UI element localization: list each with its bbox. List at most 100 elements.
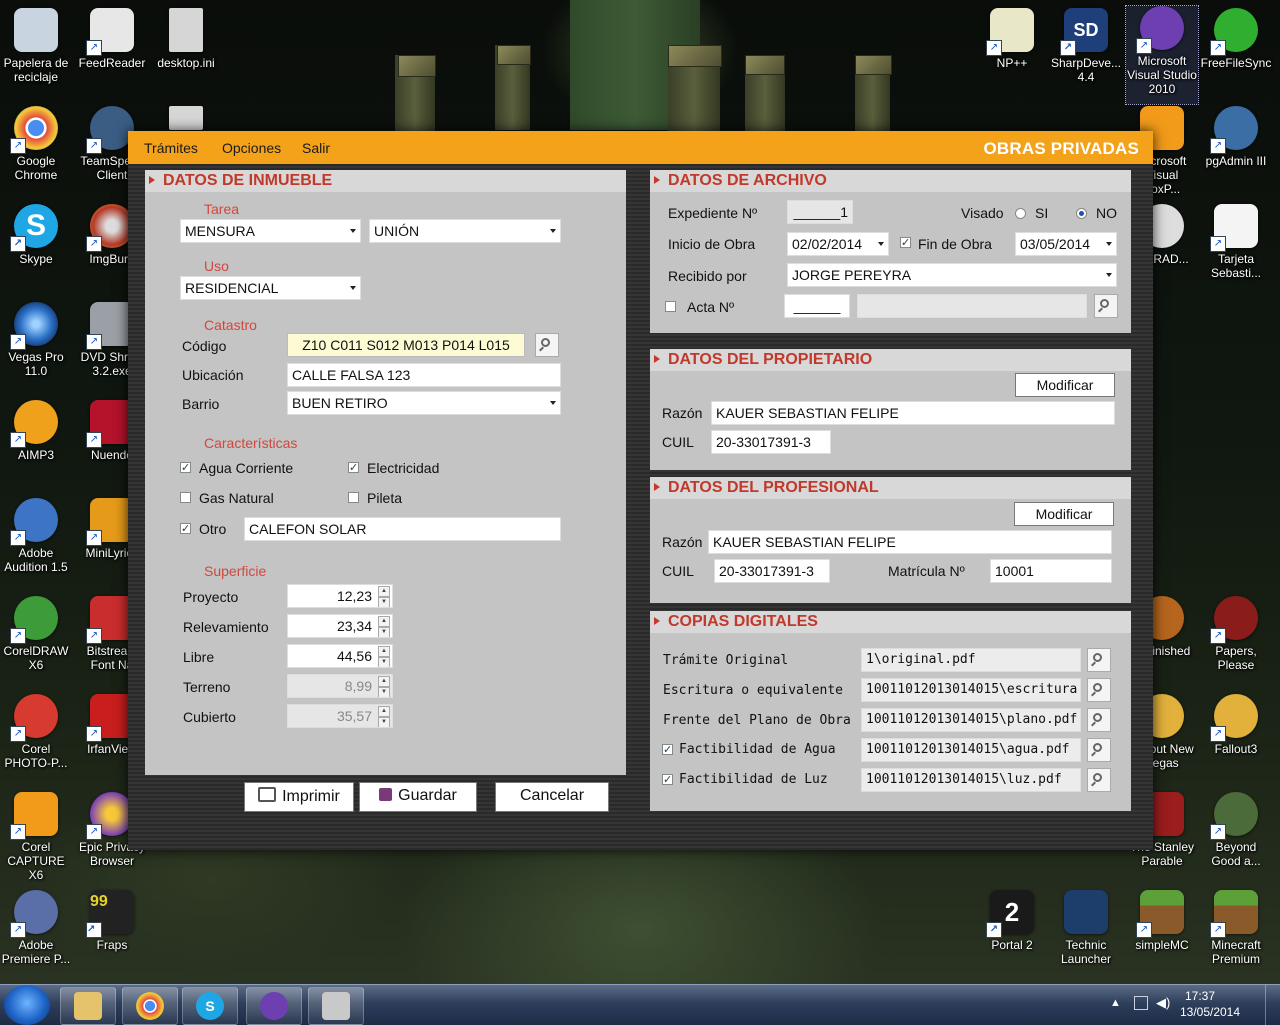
copia-browse-button[interactable] xyxy=(1087,738,1111,762)
taskbar-obras-privadas[interactable] xyxy=(308,987,364,1025)
luz-copia-checkbox[interactable]: ✓ xyxy=(662,774,673,786)
menu-opciones[interactable]: Opciones xyxy=(222,140,281,156)
cancelar-button[interactable]: Cancelar xyxy=(495,782,609,812)
fin-checkbox[interactable]: ✓ xyxy=(900,237,911,249)
relevamiento-spinner[interactable]: ▲ ▼ xyxy=(378,616,390,637)
desktop-icon-aimp[interactable]: ↗ AIMP3 xyxy=(0,400,72,462)
desktop-icon-npp[interactable]: ↗ NP++ xyxy=(976,8,1048,70)
acta-search-button[interactable] xyxy=(1094,294,1118,318)
agua-checkbox[interactable]: ✓ xyxy=(180,462,191,474)
copia-browse-button[interactable] xyxy=(1087,648,1111,672)
taskbar-visual-studio[interactable] xyxy=(246,987,302,1025)
propietario-razon-field[interactable]: KAUER SEBASTIAN FELIPE xyxy=(711,401,1115,425)
desktop-icon-simplemc[interactable]: ↗ simpleMC xyxy=(1126,890,1198,952)
desktop-icon-tarjeta[interactable]: ↗ Tarjeta Sebasti... xyxy=(1200,204,1272,280)
imprimir-button[interactable]: Imprimir xyxy=(244,782,354,812)
desktop-icon-file[interactable] xyxy=(150,106,222,134)
relevamiento-field[interactable]: 23,34 ▲ ▼ xyxy=(287,614,393,638)
start-button[interactable] xyxy=(4,985,50,1025)
desktop-icon-desktopini[interactable]: desktop.ini xyxy=(150,8,222,70)
recibido-select[interactable]: JORGE PEREYRA xyxy=(787,263,1117,287)
clock-date[interactable]: 13/05/2014 xyxy=(1170,1005,1250,1019)
desktop-icon-portal2[interactable]: 2 ↗ Portal 2 xyxy=(976,890,1048,952)
tray-expand-icon[interactable]: ▲ xyxy=(1110,997,1121,1009)
desktop-icon-capture[interactable]: ↗ Corel CAPTURE X6 xyxy=(0,792,72,882)
uso-select[interactable]: RESIDENCIAL xyxy=(180,276,361,300)
desktop-icon-vegas[interactable]: ↗ Vegas Pro 11.0 xyxy=(0,302,72,378)
acta-field[interactable]: ______ xyxy=(784,294,850,318)
desktop-icon-papers[interactable]: ↗ Papers, Please xyxy=(1200,596,1272,672)
otro-field[interactable]: CALEFON SOLAR xyxy=(244,517,561,541)
profesional-cuil-field[interactable]: 20-33017391-3 xyxy=(714,559,830,583)
copia-path-field[interactable]: 10011012013014015\luz.pdf xyxy=(861,768,1081,792)
propietario-modificar-button[interactable]: Modificar xyxy=(1015,373,1115,397)
taskbar-explorer[interactable] xyxy=(60,987,116,1025)
network-icon[interactable] xyxy=(1134,996,1148,1010)
propietario-cuil-field[interactable]: 20-33017391-3 xyxy=(711,430,831,454)
spin-down-icon[interactable]: ▼ xyxy=(378,627,390,637)
libre-spinner[interactable]: ▲ ▼ xyxy=(378,646,390,667)
copia-path-field[interactable]: 10011012013014015\agua.pdf xyxy=(861,738,1081,762)
clock-time[interactable]: 17:37 xyxy=(1170,989,1230,1003)
menu-tramites[interactable]: Trámites xyxy=(144,140,198,156)
desktop-icon-photopaint[interactable]: ↗ Corel PHOTO-P... xyxy=(0,694,72,770)
spin-down-icon[interactable]: ▼ xyxy=(378,597,390,607)
profesional-razon-field[interactable]: KAUER SEBASTIAN FELIPE xyxy=(708,530,1112,554)
desktop-icon-beyond[interactable]: ↗ Beyond Good a... xyxy=(1200,792,1272,868)
expediente-field[interactable]: ______1 xyxy=(787,200,853,224)
fin-date-picker[interactable]: 03/05/2014 xyxy=(1015,232,1117,256)
spin-up-icon[interactable]: ▲ xyxy=(378,586,390,597)
desktop-icon-fallout3[interactable]: ↗ Fallout3 xyxy=(1200,694,1272,756)
inicio-date-picker[interactable]: 02/02/2014 xyxy=(787,232,889,256)
copia-path-field[interactable]: 10011012013014015\plano.pdf xyxy=(861,708,1081,732)
desktop-icon-skype[interactable]: S ↗ Skype xyxy=(0,204,72,266)
desktop-icon-coreldraw[interactable]: ↗ CorelDRAW X6 xyxy=(0,596,72,672)
proyecto-field[interactable]: 12,23 ▲ ▼ xyxy=(287,584,393,608)
matricula-field[interactable]: 10001 xyxy=(990,559,1112,583)
desktop-icon-minecraft[interactable]: ↗ Minecraft Premium xyxy=(1200,890,1272,966)
copia-browse-button[interactable] xyxy=(1087,708,1111,732)
codigo-field[interactable]: Z10 C011 S012 M013 P014 L015 xyxy=(287,333,525,357)
copia-path-field[interactable]: 10011012013014015\escritura.pdf xyxy=(861,678,1081,702)
acta-description-field[interactable] xyxy=(857,294,1087,318)
desktop-icon-papelera[interactable]: Papelera de reciclaje xyxy=(0,8,72,84)
barrio-select[interactable]: BUEN RETIRO xyxy=(287,391,561,415)
libre-field[interactable]: 44,56 ▲ ▼ xyxy=(287,644,393,668)
visado-si-radio[interactable] xyxy=(1015,208,1026,219)
menu-salir[interactable]: Salir xyxy=(302,140,330,156)
proyecto-spinner[interactable]: ▲ ▼ xyxy=(378,586,390,607)
desktop-icon-technic[interactable]: Technic Launcher xyxy=(1050,890,1122,966)
electricidad-checkbox[interactable]: ✓ xyxy=(348,462,359,474)
agua-copia-checkbox[interactable]: ✓ xyxy=(662,744,673,756)
desktop-icon-pgadmin[interactable]: ↗ pgAdmin III xyxy=(1200,106,1272,168)
desktop-icon-vs2010[interactable]: ↗ Microsoft Visual Studio 2010 xyxy=(1125,5,1199,105)
gas-checkbox[interactable] xyxy=(180,492,191,503)
spin-up-icon[interactable]: ▲ xyxy=(378,616,390,627)
profesional-modificar-button[interactable]: Modificar xyxy=(1014,502,1114,526)
tarea-select-2[interactable]: UNIÓN xyxy=(369,219,561,243)
acta-checkbox[interactable] xyxy=(665,301,676,312)
show-desktop-button[interactable] xyxy=(1265,985,1280,1025)
desktop-icon-fraps[interactable]: 99 ↗ Fraps xyxy=(76,890,148,952)
guardar-button[interactable]: Guardar xyxy=(359,782,477,812)
codigo-search-button[interactable] xyxy=(535,333,559,357)
tarea-select-1[interactable]: MENSURA xyxy=(180,219,361,243)
otro-checkbox[interactable]: ✓ xyxy=(180,523,191,535)
copia-path-field[interactable]: 1\original.pdf xyxy=(861,648,1081,672)
taskbar-chrome[interactable] xyxy=(122,987,178,1025)
desktop-icon-chrome[interactable]: ↗ Google Chrome xyxy=(0,106,72,182)
copia-browse-button[interactable] xyxy=(1087,768,1111,792)
desktop-icon-feedreader[interactable]: ↗ FeedReader xyxy=(76,8,148,70)
desktop-icon-premiere[interactable]: ↗ Adobe Premiere P... xyxy=(0,890,72,966)
visado-no-radio[interactable] xyxy=(1076,208,1087,219)
taskbar-skype[interactable]: S xyxy=(182,987,238,1025)
copia-browse-button[interactable] xyxy=(1087,678,1111,702)
spin-down-icon[interactable]: ▼ xyxy=(378,657,390,667)
desktop-icon-audition[interactable]: ↗ Adobe Audition 1.5 xyxy=(0,498,72,574)
ubicacion-field[interactable]: CALLE FALSA 123 xyxy=(287,363,561,387)
spin-up-icon[interactable]: ▲ xyxy=(378,646,390,657)
pileta-checkbox[interactable] xyxy=(348,492,359,503)
desktop-icon-sharpdevelop[interactable]: SD ↗ SharpDeve... 4.4 xyxy=(1050,8,1122,84)
volume-icon[interactable]: ◀) xyxy=(1156,995,1170,1011)
desktop-icon-freefilesync[interactable]: ↗ FreeFileSync xyxy=(1200,8,1272,70)
